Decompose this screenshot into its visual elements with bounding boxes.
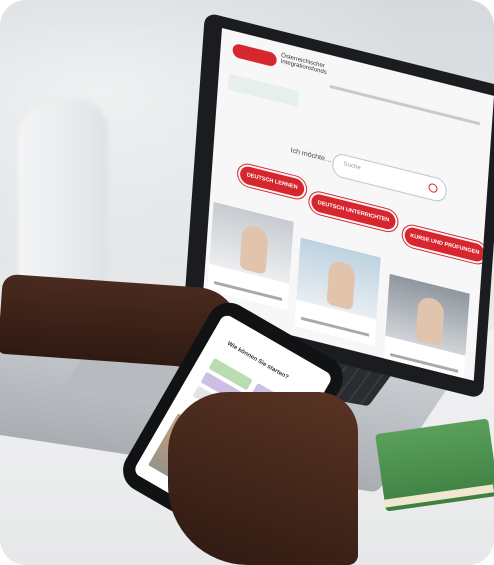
tile-caption (300, 316, 370, 337)
button-deutsch-unterrichten: DEUTSCH UNTERRICHTEN (310, 192, 397, 232)
info-banner (227, 73, 299, 107)
brand-name: Österreichischer Integrationsfonds (280, 52, 327, 77)
search-input: Suche (331, 151, 448, 204)
person-photo (239, 223, 269, 275)
brand-logo (232, 42, 278, 68)
person-photo (415, 295, 445, 347)
button-kurse-und-pruefungen: KURSE UND PRÜFUNGEN (404, 225, 486, 264)
search-placeholder: Suche (343, 161, 361, 172)
photo: Österreichischer Integrationsfonds Ich m… (0, 0, 494, 565)
button-deutsch-lernen: DEUTSCH LERNEN (239, 164, 305, 199)
search-icon (428, 182, 438, 194)
content-tile (294, 237, 381, 347)
nav-bar (329, 84, 480, 126)
person-photo (326, 258, 356, 311)
right-hand (168, 392, 358, 565)
search-prompt: Ich möchte… (290, 147, 333, 165)
